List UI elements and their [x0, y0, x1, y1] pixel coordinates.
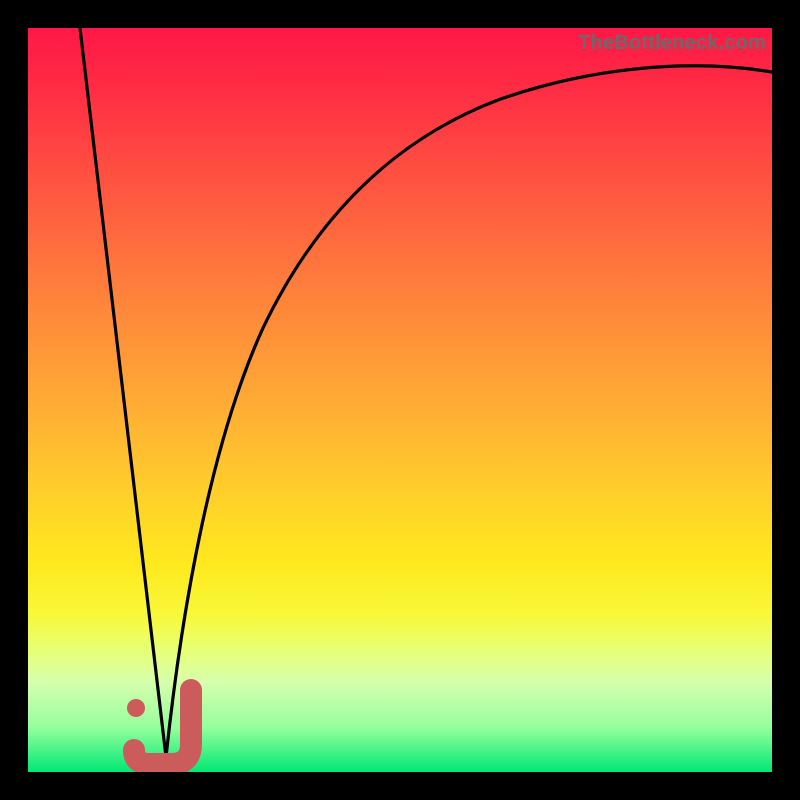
j-marker-icon — [134, 690, 191, 764]
plot-area: TheBottleneck.com — [28, 28, 772, 772]
marker-glyph — [28, 28, 772, 772]
outer-frame: TheBottleneck.com — [0, 0, 800, 800]
marker-dot-icon — [127, 699, 145, 717]
